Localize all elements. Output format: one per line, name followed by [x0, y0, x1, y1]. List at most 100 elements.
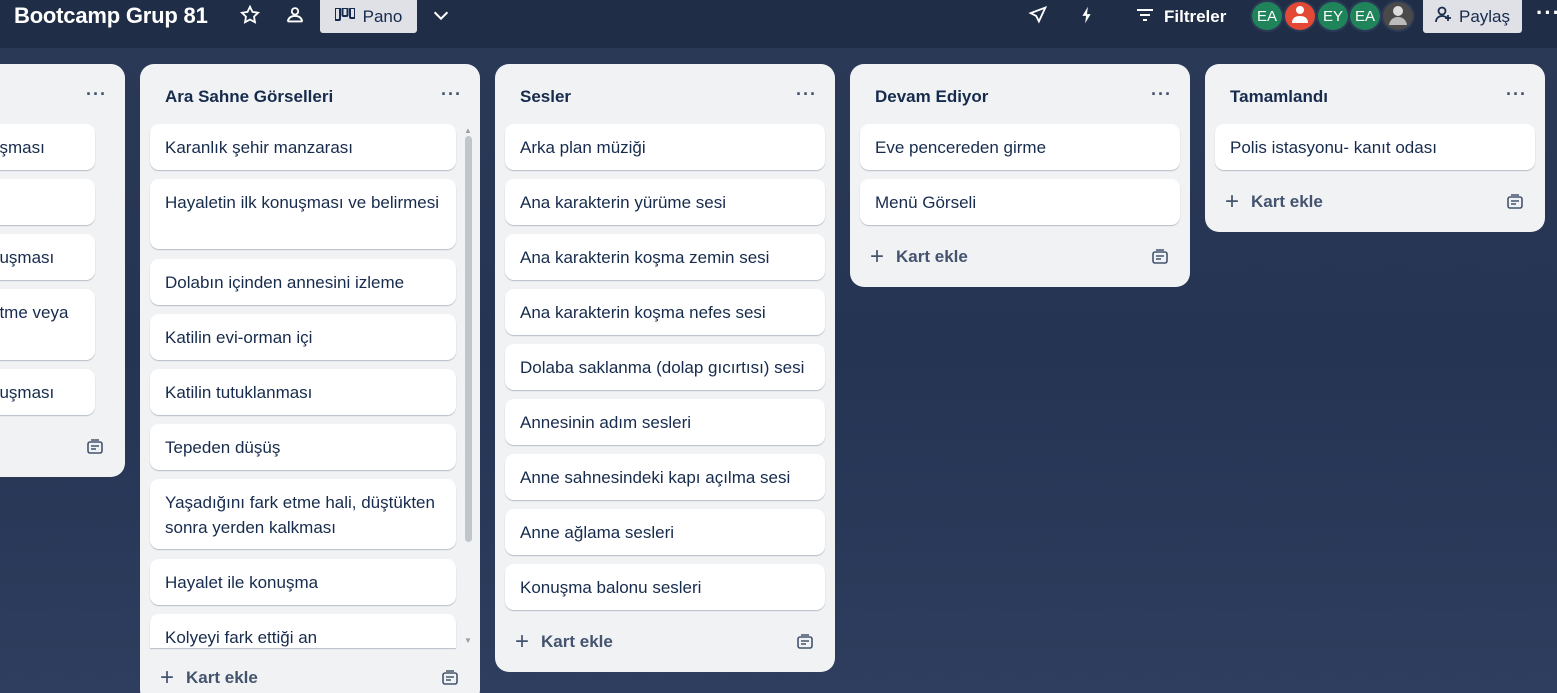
list-sesler: Sesler ··· Arka plan müziği Ana karakter… — [495, 64, 835, 672]
card-title: nuşması — [0, 248, 55, 267]
card[interactable]: Kolyeyi fark ettiği an — [150, 614, 456, 648]
filter-button[interactable]: Filtreler — [1136, 4, 1226, 30]
avatar-initials: EA — [1256, 7, 1277, 25]
filter-label: Filtreler — [1164, 7, 1227, 26]
plus-icon: + — [1225, 188, 1240, 215]
card-title: Anne ağlama sesleri — [520, 523, 675, 542]
card[interactable]: Menü Görseli — [860, 179, 1180, 225]
list-title[interactable]: Sesler — [520, 87, 571, 107]
card-template-icon[interactable] — [796, 633, 814, 651]
list-title[interactable]: Devam Ediyor — [875, 87, 988, 107]
card[interactable]: Yaşadığını fark etme hali, düştükten son… — [150, 479, 456, 549]
list-title[interactable]: Tamamlandı — [1230, 87, 1328, 107]
card[interactable]: uşması — [0, 124, 95, 170]
add-card-label: Kart ekle — [896, 247, 968, 266]
list-partial: ··· uşması nuşması etme veya nuşması — [0, 64, 125, 477]
card[interactable]: Anne sahnesindeki kapı açılma sesi — [505, 454, 825, 500]
list-title[interactable]: Ara Sahne Görselleri — [165, 87, 333, 107]
card[interactable]: Dolabın içinden annesini izleme — [150, 259, 456, 305]
share-label: Paylaş — [1458, 6, 1511, 26]
card[interactable]: Konuşma balonu sesleri — [505, 564, 825, 610]
card[interactable]: Katilin evi-orman içi — [150, 314, 456, 360]
scroll-down-arrow-icon[interactable]: ▼ — [464, 636, 472, 645]
card[interactable]: Polis istasyonu- kanıt odası — [1215, 124, 1535, 170]
card[interactable]: Ana karakterin yürüme sesi — [505, 179, 825, 225]
card-template-icon[interactable] — [86, 438, 104, 456]
share-button[interactable]: Paylaş — [1423, 0, 1522, 33]
member-avatar-photo[interactable] — [1381, 0, 1415, 32]
card-title: etme veya — [0, 303, 69, 322]
rocket-icon[interactable] — [1027, 4, 1049, 26]
card-title: Hayalet ile konuşma — [165, 573, 319, 592]
scroll-up-arrow-icon[interactable]: ▲ — [464, 126, 472, 135]
card-template-icon[interactable] — [1506, 193, 1524, 211]
card[interactable] — [0, 179, 95, 225]
card-title: Karanlık şehir manzarası — [165, 138, 354, 157]
card-title: Annesinin adım sesleri — [520, 413, 692, 432]
card[interactable]: etme veya — [0, 289, 95, 360]
board-menu-icon[interactable]: ··· — [1536, 0, 1557, 26]
list-menu-icon[interactable]: ··· — [441, 84, 462, 105]
board-view-button[interactable]: Pano — [320, 0, 417, 33]
member-avatar[interactable]: EY — [1316, 0, 1350, 32]
card[interactable]: Hayaletin ilk konuşması ve belirmesi — [150, 179, 456, 249]
card[interactable]: Annesinin adım sesleri — [505, 399, 825, 445]
card[interactable]: Hayalet ile konuşma — [150, 559, 456, 605]
list-devam-ediyor: Devam Ediyor ··· Eve pencereden girme Me… — [850, 64, 1190, 287]
plus-icon: + — [515, 628, 530, 655]
list-menu-icon[interactable]: ··· — [796, 84, 817, 105]
card[interactable]: Eve pencereden girme — [860, 124, 1180, 170]
add-card-label: Kart ekle — [186, 668, 258, 687]
card-template-icon[interactable] — [1151, 248, 1169, 266]
avatar-initials: EY — [1322, 7, 1343, 25]
add-card-button[interactable]: + Kart ekle — [870, 243, 968, 270]
list-ara-sahne-gorselleri: Ara Sahne Görselleri ··· Karanlık şehir … — [140, 64, 480, 693]
add-card-label: Kart ekle — [541, 632, 613, 651]
member-avatar[interactable] — [1283, 0, 1317, 32]
list-menu-icon[interactable]: ··· — [1151, 84, 1172, 105]
board-view-label: Pano — [362, 6, 403, 26]
card-title: uşması — [0, 138, 45, 157]
star-icon[interactable] — [239, 4, 261, 26]
card-title: Ana karakterin koşma zemin sesi — [520, 248, 770, 267]
board-title[interactable]: Bootcamp Grup 81 — [14, 3, 208, 29]
list-tamamlandi: Tamamlandı ··· Polis istasyonu- kanıt od… — [1205, 64, 1545, 232]
card-title: Dolaba saklanma (dolap gıcırtısı) sesi — [520, 358, 805, 377]
card-title: Ana karakterin koşma nefes sesi — [520, 303, 766, 322]
card[interactable]: Arka plan müziği — [505, 124, 825, 170]
member-avatar[interactable]: EA — [1250, 0, 1284, 32]
card[interactable]: Katilin tutuklanması — [150, 369, 456, 415]
card-template-icon[interactable] — [441, 669, 459, 687]
card-title: Katilin tutuklanması — [165, 383, 313, 402]
chevron-down-icon[interactable] — [430, 4, 452, 26]
card-title: Tepeden düşüş — [165, 438, 281, 457]
add-card-button[interactable]: + Kart ekle — [160, 666, 258, 690]
card[interactable]: nuşması — [0, 369, 95, 415]
card-title: Anne sahnesindeki kapı açılma sesi — [520, 468, 791, 487]
user-silhouette-icon — [1292, 5, 1308, 27]
member-avatar[interactable]: EA — [1348, 0, 1382, 32]
list-scrollbar[interactable] — [465, 136, 472, 542]
card[interactable]: Tepeden düşüş — [150, 424, 456, 470]
card[interactable]: Ana karakterin koşma nefes sesi — [505, 289, 825, 335]
add-card-button[interactable]: + Kart ekle — [515, 628, 613, 655]
add-card-label: Kart ekle — [1251, 192, 1323, 211]
card-title: Eve pencereden girme — [875, 138, 1047, 157]
lightning-icon[interactable] — [1076, 4, 1098, 26]
card-title: Yaşadığını fark etme hali, düştükten son… — [165, 493, 435, 537]
add-card-button[interactable]: + Kart ekle — [1225, 188, 1323, 215]
card-title: Katilin evi-orman içi — [165, 328, 313, 347]
team-visibility-icon[interactable] — [284, 4, 306, 26]
card-title: Ana karakterin yürüme sesi — [520, 193, 726, 212]
card-title: Polis istasyonu- kanıt odası — [1230, 138, 1437, 157]
card-title: Menü Görseli — [875, 193, 977, 212]
list-menu-icon[interactable]: ··· — [86, 84, 107, 105]
card[interactable]: nuşması — [0, 234, 95, 280]
card[interactable]: Ana karakterin koşma zemin sesi — [505, 234, 825, 280]
card[interactable]: Anne ağlama sesleri — [505, 509, 825, 555]
card[interactable]: Karanlık şehir manzarası — [150, 124, 456, 170]
card[interactable]: Dolaba saklanma (dolap gıcırtısı) sesi — [505, 344, 825, 390]
list-menu-icon[interactable]: ··· — [1506, 84, 1527, 105]
plus-icon: + — [870, 243, 885, 270]
card-title: nuşması — [0, 383, 55, 402]
